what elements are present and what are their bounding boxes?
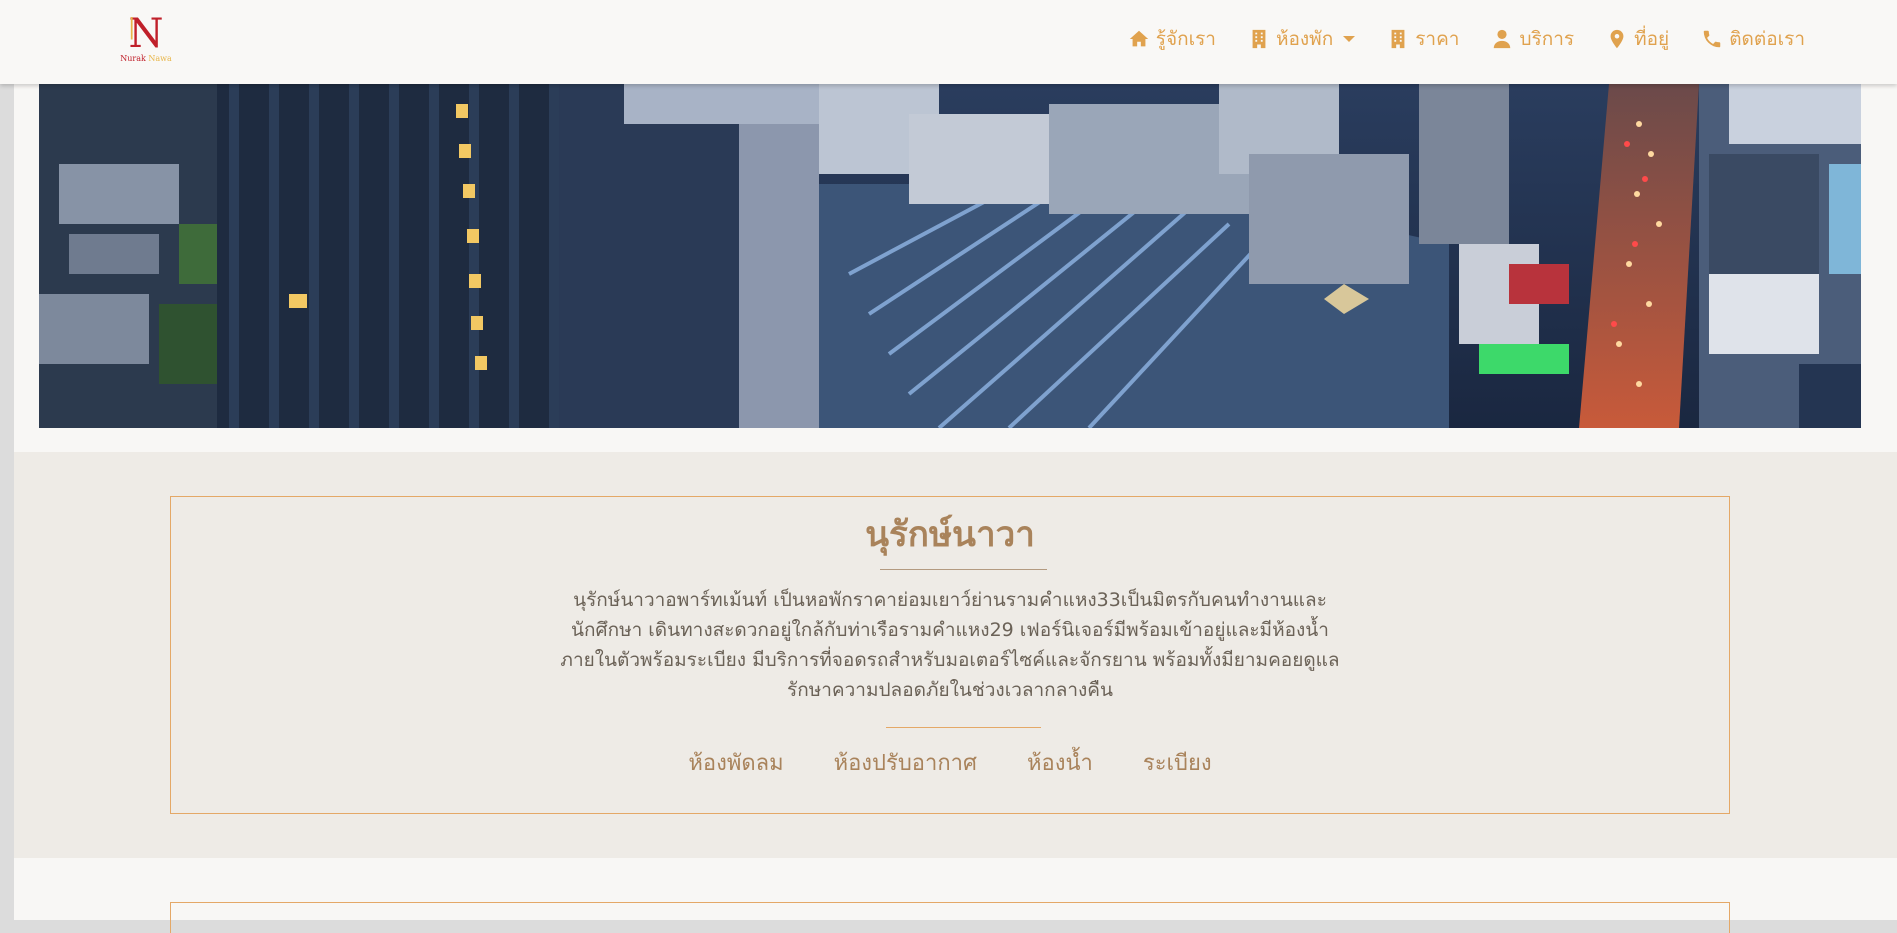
nav-item-about[interactable]: รู้จักเรา	[1128, 24, 1216, 54]
feature-list: ห้องพัดลม ห้องปรับอากาศ ห้องน้ำ ระเบียง	[171, 745, 1729, 780]
title-underline	[880, 569, 1047, 570]
navbar: | N Nurak Nawa รู้จักเรา ห้องพัก ราคา บริ…	[0, 0, 1897, 84]
about-title: นุรักษ์นาวา	[865, 515, 1035, 555]
feature-aircon-room[interactable]: ห้องปรับอากาศ	[834, 745, 977, 780]
hero-illustration	[39, 84, 1861, 428]
chevron-down-icon	[1343, 36, 1356, 42]
nav-item-rooms[interactable]: ห้องพัก	[1248, 24, 1356, 54]
feature-bathroom[interactable]: ห้องน้ำ	[1027, 745, 1093, 780]
nav-label: ห้องพัก	[1275, 28, 1334, 50]
building-icon	[1252, 29, 1266, 49]
building-icon	[1391, 29, 1405, 49]
home-icon	[1129, 30, 1148, 47]
nav-label: ราคา	[1415, 28, 1460, 50]
nav-label: ติดต่อเรา	[1729, 28, 1805, 50]
about-description: นุรักษ์นาวาอพาร์ทเม้นท์ เป็นหอพักราคาย่อ…	[560, 589, 1340, 701]
nav-label: ที่อยู่	[1634, 28, 1670, 50]
about-section: นุรักษ์นาวา นุรักษ์นาวาอพาร์ทเม้นท์ เป็น…	[14, 452, 1897, 858]
about-card: นุรักษ์นาวา นุรักษ์นาวาอพาร์ทเม้นท์ เป็น…	[170, 496, 1730, 814]
section-divider	[886, 727, 1041, 728]
logo-mark: | N	[128, 11, 164, 57]
nav-item-services[interactable]: บริการ	[1491, 24, 1574, 54]
nav-label: บริการ	[1519, 28, 1575, 50]
next-section-card	[170, 902, 1730, 933]
nav-item-location[interactable]: ที่อยู่	[1606, 24, 1669, 54]
feature-balcony[interactable]: ระเบียง	[1143, 745, 1212, 780]
user-icon	[1494, 29, 1511, 49]
brand-logo[interactable]: | N Nurak Nawa	[118, 11, 172, 68]
logo-wordmark: Nurak Nawa	[120, 54, 172, 63]
map-pin-icon	[1610, 29, 1624, 49]
phone-icon	[1703, 30, 1721, 48]
main-nav: รู้จักเรา ห้องพัก ราคา บริการ ที่อยู่ ติ…	[1128, 0, 1805, 78]
feature-fan-room[interactable]: ห้องพัดลม	[688, 745, 783, 780]
nav-item-price[interactable]: ราคา	[1387, 24, 1459, 54]
hero-image-city-night	[39, 84, 1861, 428]
nav-label: รู้จักเรา	[1155, 28, 1216, 50]
nav-item-contact[interactable]: ติดต่อเรา	[1701, 24, 1805, 54]
